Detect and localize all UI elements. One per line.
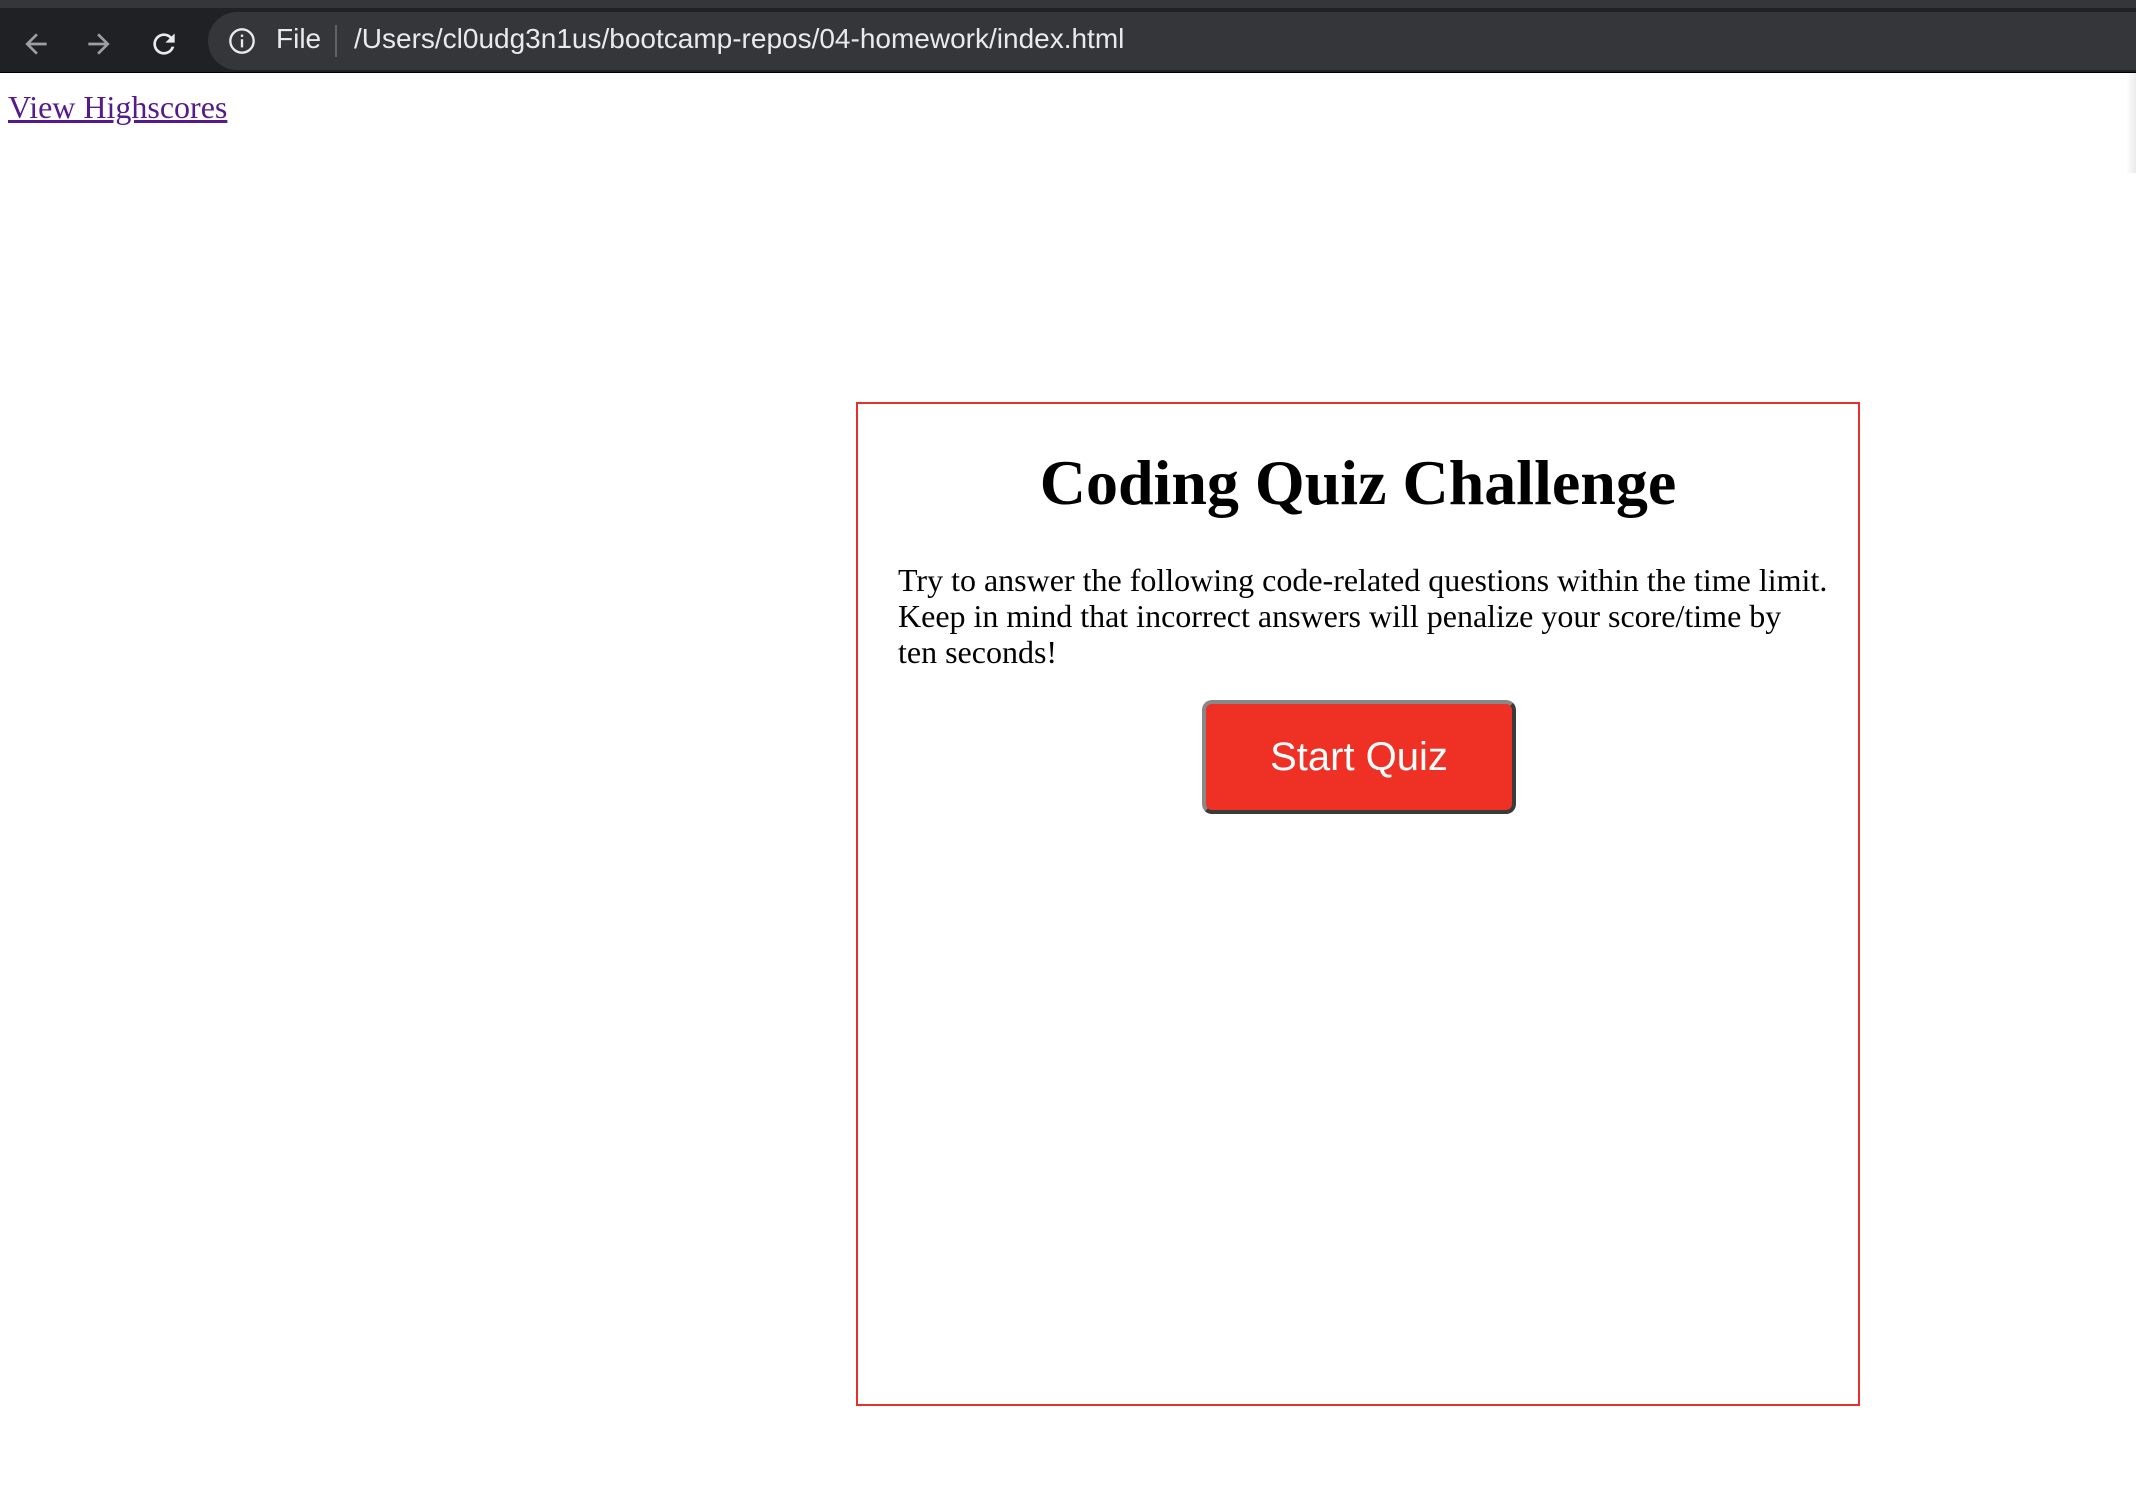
back-button[interactable] xyxy=(12,20,60,68)
quiz-title: Coding Quiz Challenge xyxy=(1039,447,1677,518)
quiz-description: Try to answer the following code-related… xyxy=(898,562,1828,670)
info-icon[interactable] xyxy=(228,27,256,55)
start-quiz-button[interactable]: Start Quiz xyxy=(1202,700,1516,814)
divider xyxy=(335,25,337,57)
address-bar[interactable]: File /Users/cl0udg3n1us/bootcamp-repos/0… xyxy=(208,12,2136,70)
url-text[interactable]: /Users/cl0udg3n1us/bootcamp-repos/04-hom… xyxy=(354,23,1124,55)
arrow-left-icon xyxy=(25,33,47,55)
browser-toolbar: File /Users/cl0udg3n1us/bootcamp-repos/0… xyxy=(0,0,2136,73)
reload-button[interactable] xyxy=(140,20,188,68)
reload-icon xyxy=(153,33,175,55)
arrow-right-icon xyxy=(88,33,110,55)
view-highscores-link[interactable]: View Highscores xyxy=(8,89,227,126)
forward-button[interactable] xyxy=(75,20,123,68)
page-content: View Highscores Coding Quiz Challenge Tr… xyxy=(0,73,2136,1494)
quiz-card: Coding Quiz Challenge Try to answer the … xyxy=(856,402,1860,1406)
url-scheme-label[interactable]: File xyxy=(276,23,321,55)
